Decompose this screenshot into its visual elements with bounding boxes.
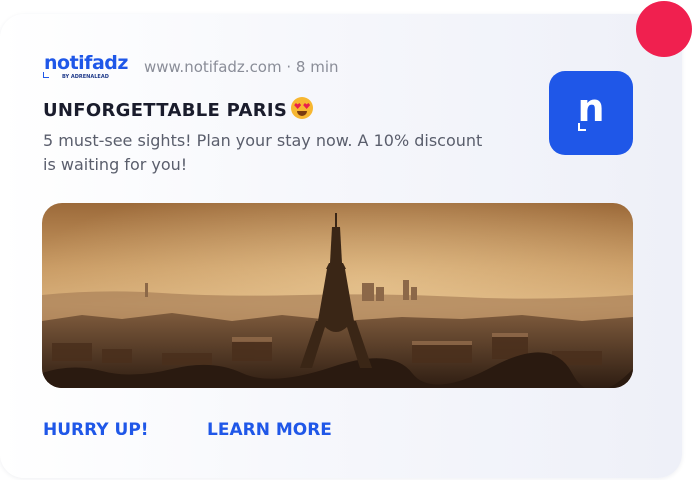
brand-name: notifadz — [44, 52, 128, 74]
notification-source: www.notifadz.com · 8 min — [144, 58, 339, 76]
notification-title-text: UNFORGETTABLE PARIS — [43, 100, 288, 121]
app-icon: n — [549, 71, 633, 155]
brand-corner-mark — [43, 72, 49, 78]
notification-body: 5 must-see sights! Plan your stay now. A… — [43, 131, 483, 174]
brand-logo: notifadz BY ADRENALEAD — [42, 52, 128, 82]
app-icon-corner-mark — [578, 123, 586, 131]
notification-badge — [636, 1, 692, 57]
learn-more-button[interactable]: LEARN MORE — [207, 419, 332, 441]
app-icon-letter: n — [577, 86, 605, 130]
eiffel-tower-image[interactable] — [42, 203, 633, 388]
heart-eyes-emoji-icon — [291, 97, 314, 119]
notification-title: UNFORGETTABLE PARIS — [43, 97, 314, 123]
brand-tagline: BY ADRENALEAD — [62, 74, 109, 80]
hurry-up-button[interactable]: HURRY UP! — [43, 419, 149, 441]
